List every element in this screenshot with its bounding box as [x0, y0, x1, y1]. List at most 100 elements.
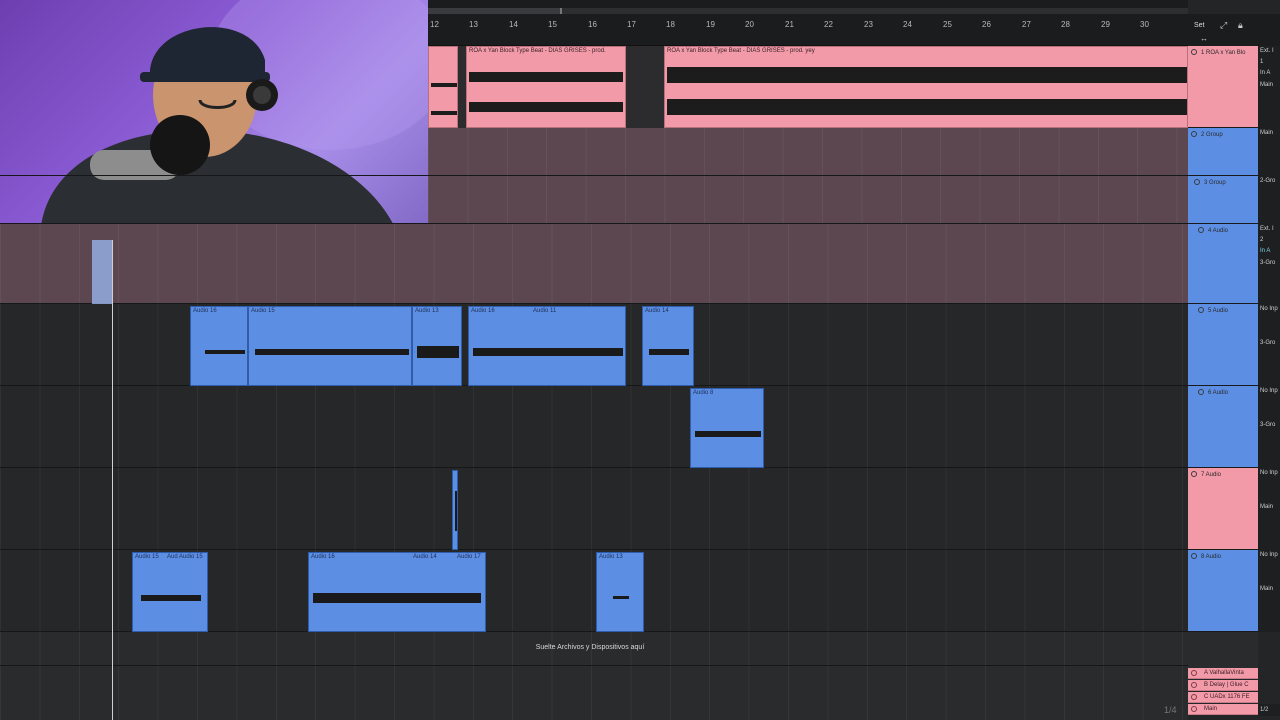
loop-region[interactable]: [428, 8, 562, 14]
playhead[interactable]: [112, 240, 113, 720]
output[interactable]: 3-Gro: [1260, 422, 1275, 428]
track-fold-icon[interactable]: [1191, 471, 1197, 477]
audio-clip[interactable]: Audio 15: [248, 306, 412, 386]
bar-number: 29: [1101, 20, 1110, 29]
output[interactable]: 3-Gro: [1260, 340, 1275, 346]
clip-name: Audio 16: [193, 308, 217, 314]
io-track-8[interactable]: No Inp Main: [1258, 550, 1280, 632]
monitor[interactable]: In A: [1260, 248, 1270, 254]
io-track-4[interactable]: Ext. I 2 In A 3-Gro: [1258, 224, 1280, 304]
bar-number: 24: [903, 20, 912, 29]
audio-clip[interactable]: Audio 14: [642, 306, 694, 386]
set-label[interactable]: Set: [1194, 22, 1205, 29]
io-track-2[interactable]: Main: [1258, 128, 1280, 176]
main-track[interactable]: Main: [1188, 704, 1258, 715]
output[interactable]: 3-Gro: [1260, 260, 1275, 266]
bar-number: 19: [706, 20, 715, 29]
audio-clip[interactable]: Audio 8: [690, 388, 764, 468]
zoom-fit-icon[interactable]: ⤢: [1220, 20, 1227, 31]
return-track-b[interactable]: B Delay | Glue C: [1188, 680, 1258, 691]
track-fold-icon[interactable]: [1198, 389, 1204, 395]
arrangement-ruler[interactable]: 12 13 14 15 16 17 18 19 20 21 22 23 24 2…: [428, 0, 1236, 46]
audio-clip[interactable]: [428, 46, 458, 128]
track-header-3[interactable]: 3 Group: [1188, 176, 1258, 224]
track-fold-icon[interactable]: [1198, 307, 1204, 313]
bar-number: 13: [469, 20, 478, 29]
input-type[interactable]: No Inp: [1260, 552, 1278, 558]
track-lane-6[interactable]: [0, 386, 1188, 468]
output[interactable]: Main: [1260, 504, 1273, 510]
drop-hint-text: Suelte Archivos y Dispositivos aquí: [535, 644, 645, 651]
track-header-7[interactable]: 7 Audio: [1188, 468, 1258, 550]
track-lane-2[interactable]: [428, 128, 1188, 176]
audio-clip[interactable]: Audio 16 Audio 11: [468, 306, 626, 386]
input-type[interactable]: No Inp: [1260, 388, 1278, 394]
clip-name: Audio 11: [533, 308, 557, 314]
track-fold-icon[interactable]: [1191, 694, 1197, 700]
io-track-6[interactable]: No Inp 3-Gro: [1258, 386, 1280, 468]
audio-clip[interactable]: Audio 13: [412, 306, 462, 386]
output[interactable]: Main: [1260, 586, 1273, 592]
waveform: [649, 349, 689, 355]
track-header-2[interactable]: 2 Group: [1188, 128, 1258, 176]
audio-clip[interactable]: Audio 15 Aud Audio 15: [132, 552, 208, 632]
output[interactable]: Main: [1260, 130, 1273, 136]
track-fold-icon[interactable]: [1191, 706, 1197, 712]
bar-number: 25: [943, 20, 952, 29]
input-type[interactable]: Ext. I: [1260, 48, 1274, 54]
track-fold-icon[interactable]: [1191, 131, 1197, 137]
clip-name: Audio 17: [457, 554, 481, 560]
waveform: [473, 348, 623, 356]
track-header-4[interactable]: 4 Audio: [1188, 224, 1258, 304]
input-type[interactable]: No Inp: [1260, 470, 1278, 476]
track-header-8[interactable]: 8 Audio: [1188, 550, 1258, 632]
bar-number: 22: [824, 20, 833, 29]
clip-name: Audio 14: [645, 308, 669, 314]
track-header-1[interactable]: 1 ROA x Yan Blo: [1188, 46, 1258, 128]
track-lane-4[interactable]: [0, 224, 1188, 304]
audio-clip[interactable]: Audio 16 Audio 14 Audio 17: [308, 552, 486, 632]
clip-name: Audio 14: [413, 554, 437, 560]
io-track-3[interactable]: 2-Gro: [1258, 176, 1280, 224]
track-fold-icon[interactable]: [1191, 670, 1197, 676]
output[interactable]: 2-Gro: [1260, 178, 1275, 184]
clip-name: Audio 16: [471, 308, 495, 314]
output[interactable]: Main: [1260, 82, 1273, 88]
audio-clip[interactable]: ROA x Yan Block Type Beat - DIAS GRISES …: [664, 46, 1188, 128]
bar-number: 18: [666, 20, 675, 29]
bar-number: 12: [430, 20, 439, 29]
input-type[interactable]: Ext. I: [1260, 226, 1274, 232]
lock-icon[interactable]: 🔒︎: [1238, 20, 1243, 31]
input-type[interactable]: No Inp: [1260, 306, 1278, 312]
audio-clip[interactable]: ROA x Yan Block Type Beat - DIAS GRISES …: [466, 46, 626, 128]
bar-number: 23: [864, 20, 873, 29]
input-channel[interactable]: 2: [1260, 237, 1263, 243]
return-track-a[interactable]: A ValhallaVinta: [1188, 668, 1258, 679]
io-track-5[interactable]: No Inp 3-Gro: [1258, 304, 1280, 386]
track-name: 6 Audio: [1208, 390, 1229, 396]
track-lane-7[interactable]: [0, 468, 1188, 550]
waveform: [695, 431, 761, 437]
page-indicator: 1/4: [1164, 705, 1177, 715]
loop-brace[interactable]: [92, 240, 112, 304]
arrows-icon[interactable]: ↔: [1200, 34, 1208, 43]
track-lane-3[interactable]: [428, 176, 1188, 224]
track-fold-icon[interactable]: [1194, 179, 1200, 185]
track-fold-icon[interactable]: [1198, 227, 1204, 233]
audio-clip[interactable]: [452, 470, 458, 550]
monitor[interactable]: In A: [1260, 70, 1270, 76]
track-fold-icon[interactable]: [1191, 49, 1197, 55]
track-header-5[interactable]: 5 Audio: [1188, 304, 1258, 386]
track-header-6[interactable]: 6 Audio: [1188, 386, 1258, 468]
bar-number: 17: [627, 20, 636, 29]
track-fold-icon[interactable]: [1191, 682, 1197, 688]
audio-clip[interactable]: Audio 16: [190, 306, 248, 386]
io-track-7[interactable]: No Inp Main: [1258, 468, 1280, 550]
waveform: [205, 350, 245, 354]
audio-clip[interactable]: Audio 13: [596, 552, 644, 632]
input-channel[interactable]: 1: [1260, 59, 1263, 65]
io-track-1[interactable]: Ext. I 1 In A Main: [1258, 46, 1280, 128]
track-fold-icon[interactable]: [1191, 553, 1197, 559]
return-track-c[interactable]: C UADx 1176 FE: [1188, 692, 1258, 703]
waveform: [141, 595, 201, 601]
